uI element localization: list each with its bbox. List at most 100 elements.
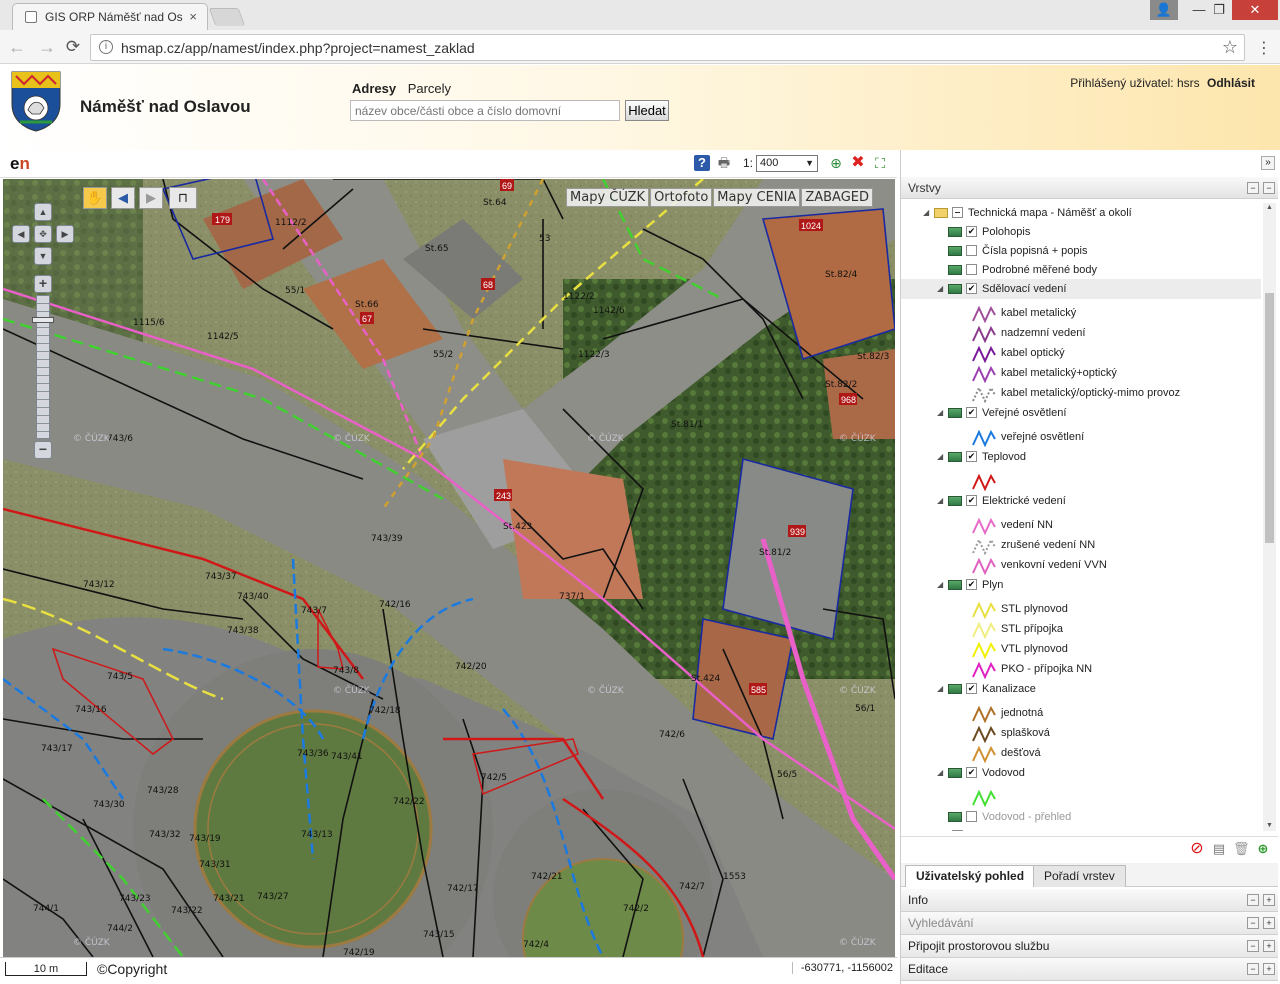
- globe-icon[interactable]: ⊕: [828, 155, 844, 171]
- section-add-icon[interactable]: +: [1263, 940, 1275, 952]
- layer-checkbox[interactable]: [952, 830, 963, 831]
- section-search[interactable]: Vyhledávání − +: [901, 912, 1278, 935]
- layer-row[interactable]: ◢ Technická mapa - Náměšť a okolí: [901, 203, 1261, 223]
- layer-checkbox[interactable]: ✔: [966, 495, 977, 506]
- zoom-slider-handle[interactable]: [32, 317, 54, 323]
- layer-checkbox[interactable]: ✔: [966, 683, 977, 694]
- layer-row[interactable]: ◢ ✔ Veřejné osvětlení: [901, 403, 1261, 423]
- section-add-icon[interactable]: +: [1263, 894, 1275, 906]
- layers-minimize-icon[interactable]: −: [1263, 182, 1275, 194]
- section-edit[interactable]: Editace − +: [901, 958, 1278, 981]
- section-expand-icon[interactable]: −: [1247, 894, 1259, 906]
- layer-row[interactable]: Podrobné měřené body: [901, 260, 1261, 280]
- section-add-icon[interactable]: +: [1263, 963, 1275, 975]
- expand-toggle-icon[interactable]: ◢: [937, 575, 943, 595]
- basemap-cenia-button[interactable]: Mapy CENIA: [713, 188, 801, 207]
- section-expand-icon[interactable]: −: [1247, 940, 1259, 952]
- next-view-icon[interactable]: ▶: [139, 187, 163, 209]
- disable-all-icon[interactable]: ⊘: [1189, 841, 1205, 857]
- help-icon[interactable]: ?: [694, 155, 710, 171]
- layer-row[interactable]: ◢ ✔ Elektrické vedení: [901, 491, 1261, 511]
- scroll-up-icon[interactable]: ▲: [1265, 203, 1274, 213]
- close-icon[interactable]: ✖: [850, 155, 866, 171]
- browser-menu-button[interactable]: ⋮: [1256, 38, 1272, 58]
- pan-hand-icon[interactable]: ✋: [83, 187, 107, 209]
- print-icon[interactable]: 🖶: [716, 155, 732, 171]
- section-expand-icon[interactable]: −: [1247, 917, 1259, 929]
- tab-user-view[interactable]: Uživatelský pohled: [905, 865, 1036, 887]
- layer-row[interactable]: ◢ ✔ Plyn: [901, 575, 1261, 595]
- expand-toggle-icon[interactable]: ◢: [923, 203, 929, 223]
- address-bar[interactable]: i hsmap.cz/app/namest/index.php?project=…: [90, 34, 1245, 61]
- search-button[interactable]: Hledat: [625, 100, 669, 121]
- expand-toggle-icon[interactable]: ◢: [937, 679, 943, 699]
- address-search-input[interactable]: [350, 100, 620, 121]
- fullscreen-icon[interactable]: ⛶: [872, 155, 888, 171]
- layer-row[interactable]: ✔ Polohopis: [901, 222, 1261, 242]
- back-button[interactable]: ←: [6, 36, 28, 58]
- layers-restore-icon[interactable]: −: [1247, 182, 1259, 194]
- section-connect-service[interactable]: Připojit prostorovou službu − +: [901, 935, 1278, 958]
- logout-link[interactable]: Odhlásit: [1207, 76, 1255, 90]
- bookmark-star-icon[interactable]: ☆: [1222, 37, 1238, 58]
- expand-toggle-icon[interactable]: ◢: [937, 279, 943, 299]
- layer-checkbox[interactable]: [966, 264, 977, 275]
- basemap-zabaged-button[interactable]: ZABAGED: [801, 188, 873, 207]
- layer-row[interactable]: Vodovod - přehled: [901, 807, 1261, 827]
- tab-close-icon[interactable]: ×: [189, 9, 197, 24]
- info-icon[interactable]: i: [99, 40, 113, 54]
- search-tab-parcely[interactable]: Parcely: [408, 81, 451, 96]
- layer-checkbox[interactable]: ✔: [966, 226, 977, 237]
- pan-right-icon[interactable]: ▶: [56, 225, 74, 243]
- zoom-out-button[interactable]: −: [34, 441, 52, 459]
- layer-row[interactable]: ◢ ✔ Vodovod: [901, 763, 1261, 783]
- layer-row[interactable]: ◢ ✔ Teplovod: [901, 447, 1261, 467]
- section-expand-icon[interactable]: −: [1247, 963, 1259, 975]
- layer-tree-scrollbar[interactable]: ▲ ▼: [1263, 203, 1276, 831]
- forward-button[interactable]: →: [36, 36, 58, 58]
- layer-checkbox[interactable]: ✔: [966, 451, 977, 462]
- layer-checkbox[interactable]: ✔: [966, 767, 977, 778]
- layer-checkbox[interactable]: ✔: [966, 407, 977, 418]
- scrollbar-thumb[interactable]: [1265, 293, 1274, 543]
- expand-toggle-icon[interactable]: ◢: [937, 447, 943, 467]
- layer-row[interactable]: Metadata dat - Povo: [901, 826, 1261, 831]
- search-tab-adresy[interactable]: Adresy: [352, 81, 396, 96]
- layer-row[interactable]: ◢ ✔ Kanalizace: [901, 679, 1261, 699]
- map-view[interactable]: 179 69 68 67 1024 968 243 939 585 St.64 …: [3, 179, 895, 957]
- basemap-ortofoto-button[interactable]: Ortofoto: [650, 188, 713, 207]
- measure-icon[interactable]: ⊓: [169, 187, 197, 209]
- pan-up-icon[interactable]: ▲: [34, 203, 52, 221]
- properties-icon[interactable]: ▤: [1211, 841, 1227, 857]
- layer-checkbox[interactable]: [966, 811, 977, 822]
- layer-checkbox[interactable]: ✔: [966, 283, 977, 294]
- expand-toggle-icon[interactable]: ◢: [937, 403, 943, 423]
- layer-row[interactable]: ◢ ✔ Sdělovací vedení: [901, 279, 1261, 299]
- section-add-icon[interactable]: +: [1263, 917, 1275, 929]
- layer-checkbox[interactable]: [966, 245, 977, 256]
- previous-view-icon[interactable]: ◀: [111, 187, 135, 209]
- reload-button[interactable]: ⟳: [62, 36, 84, 58]
- copyright-link[interactable]: ©Copyright: [97, 961, 167, 977]
- scroll-down-icon[interactable]: ▼: [1265, 821, 1274, 831]
- layer-checkbox[interactable]: [952, 207, 963, 218]
- add-layer-icon[interactable]: ⊕: [1255, 841, 1271, 857]
- zoom-in-button[interactable]: +: [34, 275, 52, 293]
- pan-left-icon[interactable]: ◀: [12, 225, 30, 243]
- new-tab-button[interactable]: [208, 8, 246, 26]
- expand-toggle-icon[interactable]: ◢: [937, 491, 943, 511]
- browser-tab-active[interactable]: GIS ORP Náměšť nad Os ×: [12, 3, 208, 30]
- layer-row[interactable]: Čísla popisná + popis: [901, 241, 1261, 261]
- pan-down-icon[interactable]: ▼: [34, 247, 52, 265]
- collapse-panel-icon[interactable]: »: [1261, 156, 1275, 170]
- scale-select[interactable]: 400 ▼: [756, 155, 818, 172]
- delete-layer-icon[interactable]: 🗑: [1233, 841, 1250, 857]
- maximize-button[interactable]: ❐: [1205, 0, 1233, 20]
- pan-center-icon[interactable]: ✥: [34, 225, 52, 243]
- tab-layer-order[interactable]: Pořadí vrstev: [1033, 865, 1126, 887]
- close-window-button[interactable]: ✕: [1232, 0, 1278, 20]
- layer-checkbox[interactable]: ✔: [966, 579, 977, 590]
- profile-icon[interactable]: 👤: [1150, 0, 1178, 20]
- section-info[interactable]: Info − +: [901, 889, 1278, 912]
- basemap-cuzk-button[interactable]: Mapy ČÚZK: [566, 188, 650, 207]
